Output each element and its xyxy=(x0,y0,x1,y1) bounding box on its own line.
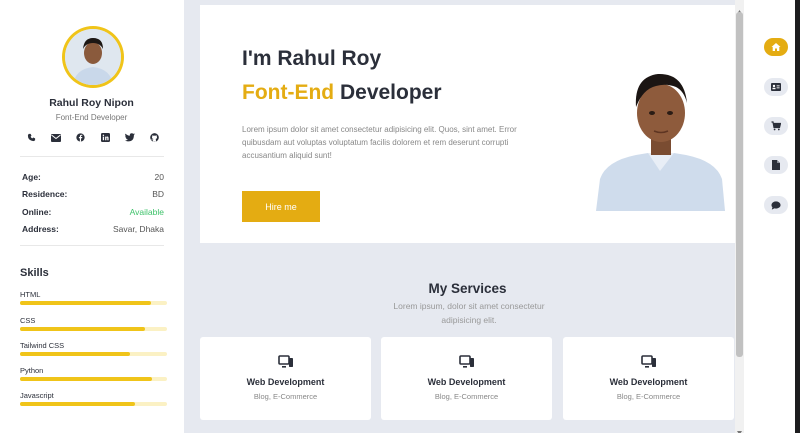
avatar-photo xyxy=(65,29,121,85)
nav-home[interactable] xyxy=(764,38,788,56)
skill-python: Python xyxy=(20,366,167,381)
hero-description: Lorem ipsum dolor sit amet consectetur a… xyxy=(242,125,517,160)
devices-icon xyxy=(563,355,734,374)
hero-title-rest: Developer xyxy=(334,81,442,104)
id-card-icon xyxy=(771,83,781,91)
scroll-down-arrow-icon[interactable] xyxy=(736,423,743,433)
service-card[interactable]: Web Development Blog, E-Commerce xyxy=(563,337,734,420)
services-title: My Services xyxy=(428,281,507,296)
window-edge xyxy=(795,0,800,433)
info-label: Residence: xyxy=(22,189,68,199)
skill-bar-fill xyxy=(20,301,151,305)
main-content: I'm Rahul Roy Font-End Developer Lorem i… xyxy=(184,0,735,433)
home-icon xyxy=(771,43,781,51)
profile-sidebar: Rahul Roy Nipon Font-End Developer Age: … xyxy=(0,0,183,433)
service-title: Web Development xyxy=(609,377,688,387)
skill-bar-fill xyxy=(20,402,135,406)
info-label: Address: xyxy=(22,224,59,234)
skill-bar-fill xyxy=(20,352,131,356)
skill-label: CSS xyxy=(20,316,36,325)
nav-services[interactable] xyxy=(764,117,788,135)
hero-title: Font-End Developer xyxy=(242,81,442,105)
skill-javascript: Javascript xyxy=(20,391,167,406)
scroll-up-arrow-icon[interactable] xyxy=(736,2,743,14)
hire-me-button[interactable]: Hire me xyxy=(242,191,320,222)
service-title: Web Development xyxy=(427,377,506,387)
hero-greeting: I'm Rahul Roy xyxy=(242,47,382,70)
service-card[interactable]: Web Development Blog, E-Commerce xyxy=(381,337,552,420)
phone-icon[interactable] xyxy=(25,133,37,145)
twitter-icon[interactable] xyxy=(124,133,136,145)
github-icon[interactable] xyxy=(149,133,161,145)
cart-icon xyxy=(771,121,781,131)
service-title: Web Development xyxy=(246,377,325,387)
skill-css: CSS xyxy=(20,316,167,331)
devices-icon xyxy=(381,355,552,374)
skill-bar-track xyxy=(20,301,167,305)
info-row-age: Age: 20 xyxy=(22,172,164,182)
right-nav xyxy=(744,0,800,433)
social-links xyxy=(25,133,161,145)
info-row-online: Online: Available xyxy=(22,207,164,217)
skill-bar-track xyxy=(20,327,167,331)
info-label: Age: xyxy=(22,172,41,182)
service-card[interactable]: Web Development Blog, E-Commerce xyxy=(200,337,371,420)
mail-icon[interactable] xyxy=(50,133,62,145)
service-subtitle: Blog, E-Commerce xyxy=(253,392,318,401)
facebook-icon[interactable] xyxy=(75,133,87,145)
skill-label: Python xyxy=(20,366,44,375)
info-value: Savar, Dhaka xyxy=(112,224,164,234)
skill-bar-track xyxy=(20,402,167,406)
avatar xyxy=(62,26,124,88)
document-icon xyxy=(772,160,780,170)
profile-role: Font-End Developer xyxy=(55,113,128,122)
skill-label: Tailwind CSS xyxy=(20,341,65,350)
profile-name: Rahul Roy Nipon xyxy=(49,97,134,109)
hero-section: I'm Rahul Roy Font-End Developer Lorem i… xyxy=(200,5,735,243)
service-subtitle: Blog, E-Commerce xyxy=(616,392,681,401)
skill-bar-track xyxy=(20,352,167,356)
online-status: Available xyxy=(129,207,164,217)
divider xyxy=(20,156,164,157)
info-value: BD xyxy=(152,189,164,199)
skill-tailwind: Tailwind CSS xyxy=(20,341,167,356)
nav-resume[interactable] xyxy=(764,78,788,96)
scrollbar-thumb[interactable] xyxy=(736,12,743,357)
skill-bar-track xyxy=(20,377,167,381)
info-value: 20 xyxy=(154,172,164,182)
hero-title-accent: Font-End xyxy=(242,81,335,104)
hero-photo xyxy=(596,63,725,211)
divider xyxy=(20,245,164,246)
nav-blog[interactable] xyxy=(764,156,788,174)
linkedin-icon[interactable] xyxy=(99,133,111,145)
chat-icon xyxy=(771,200,781,210)
vertical-scrollbar[interactable] xyxy=(735,0,744,433)
skill-html: HTML xyxy=(20,290,167,305)
skill-label: HTML xyxy=(20,290,41,299)
nav-contact[interactable] xyxy=(764,196,788,214)
services-subtitle: Lorem ipsum, dolor sit amet consectetur … xyxy=(393,301,545,325)
info-label: Online: xyxy=(22,207,52,217)
skill-label: Javascript xyxy=(20,391,54,400)
info-row-residence: Residence: BD xyxy=(22,189,164,199)
info-row-address: Address: Savar, Dhaka xyxy=(22,224,164,234)
skills-title: Skills xyxy=(20,267,49,279)
devices-icon xyxy=(200,355,371,374)
skill-bar-fill xyxy=(20,327,145,331)
skill-bar-fill xyxy=(20,377,153,381)
service-subtitle: Blog, E-Commerce xyxy=(434,392,499,401)
